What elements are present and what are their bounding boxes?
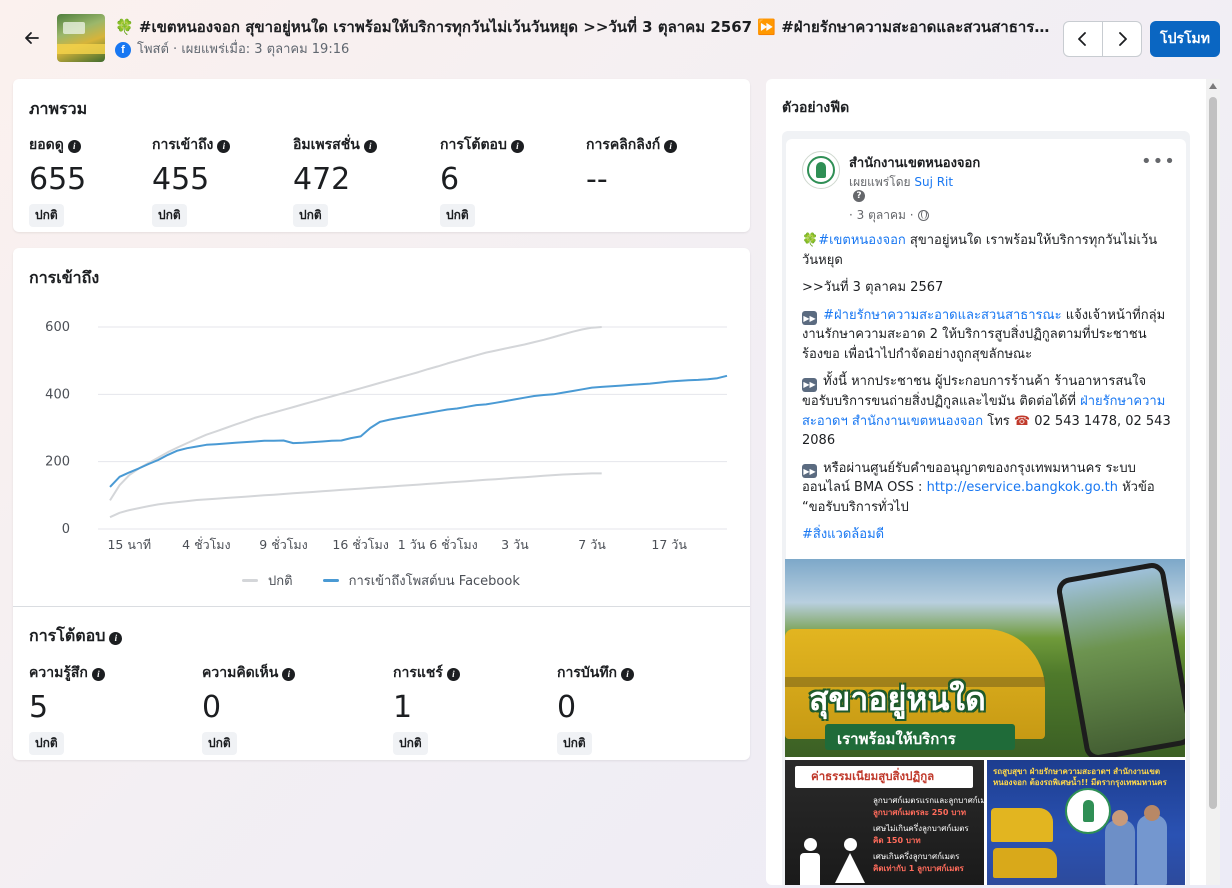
x-tick-label: 16 ชั่วโมง bbox=[332, 536, 388, 552]
x-tick-label: 1 วัน 6 ชั่วโมง bbox=[398, 536, 478, 552]
metric-reactions: ความรู้สึก i 5 ปกติ bbox=[29, 662, 105, 755]
x-tick-label: 15 นาที bbox=[107, 537, 151, 552]
chevron-left-icon bbox=[1078, 32, 1086, 46]
page-logo bbox=[802, 151, 840, 189]
scrollbar-thumb[interactable] bbox=[1209, 97, 1217, 809]
post-navigation bbox=[1063, 21, 1142, 57]
y-tick-label: 600 bbox=[45, 320, 70, 335]
status-badge: ปกติ bbox=[29, 732, 64, 755]
y-tick-label: 0 bbox=[62, 522, 70, 537]
info-icon[interactable]: i bbox=[109, 631, 123, 645]
metric-comments: ความคิดเห็น i 0 ปกติ bbox=[202, 662, 296, 755]
post-text: 🍀#เขตหนองจอก สุขาอยู่หนใด เราพร้อมให้บริ… bbox=[802, 231, 1172, 553]
reach-chart: 0 200 400 600 15 นาที 4 ชั่วโมง 9 ชั่วโมง 16 ชั… bbox=[45, 320, 728, 552]
bangkok-seal-icon bbox=[1065, 788, 1111, 834]
engagement-title: การโต้ตอบ i bbox=[29, 624, 123, 649]
image-right-headline: รถสูบสุขา ฝ่ายรักษาความสะอาดฯ สำนักงานเข… bbox=[993, 767, 1167, 787]
status-badge: ปกติ bbox=[202, 732, 237, 755]
info-icon[interactable]: i bbox=[621, 667, 635, 681]
post-image-main[interactable]: สุขาอยู่หนใด เราพร้อมให้บริการ bbox=[785, 559, 1185, 757]
metric-saves: การบันทึก i 0 ปกติ bbox=[557, 662, 635, 755]
post-image-fees[interactable]: ค่าธรรมเนียมสูบสิ่งปฏิกูล ลูกบาศก์เมตรแร… bbox=[785, 760, 984, 885]
series-line-normal-range[interactable] bbox=[109, 472, 602, 519]
phone-icon: ☎ bbox=[1013, 413, 1031, 429]
globe-icon bbox=[917, 210, 929, 221]
chart-legend: ปกติ การเข้าถึงโพสต์บน Facebook bbox=[242, 570, 520, 591]
legend-item-normal[interactable]: ปกติ bbox=[242, 570, 293, 591]
question-icon[interactable]: ? bbox=[853, 190, 865, 202]
section-divider bbox=[13, 606, 750, 607]
fast-forward-icon: ▶▶ bbox=[802, 378, 817, 392]
y-tick-label: 400 bbox=[45, 387, 70, 402]
page-name[interactable]: สำนักงานเขตหนองจอก bbox=[849, 152, 980, 173]
metric-value: 0 bbox=[202, 690, 222, 725]
feed-preview-title: ตัวอย่างฟีด bbox=[782, 100, 850, 116]
female-toilet-icon bbox=[835, 838, 865, 885]
metric-value: 1 bbox=[393, 690, 413, 725]
info-icon[interactable]: i bbox=[282, 667, 296, 681]
metric-value: 0 bbox=[557, 690, 577, 725]
x-tick-label: 9 ชั่วโมง bbox=[259, 536, 308, 552]
post-paragraph: #สิ่งแวดล้อมดี bbox=[802, 525, 1172, 545]
x-tick-label: 17 วัน bbox=[651, 537, 687, 552]
legend-swatch bbox=[242, 579, 258, 582]
image-headline: สุขาอยู่หนใด bbox=[809, 680, 986, 718]
image-fee-title: ค่าธรรมเนียมสูบสิ่งปฏิกูล bbox=[811, 769, 935, 783]
hashtag-link[interactable]: #สิ่งแวดล้อมดี bbox=[802, 527, 884, 542]
status-badge: ปกติ bbox=[557, 732, 592, 755]
post-date: · 3 ตุลาคม · bbox=[849, 206, 929, 225]
post-paragraph: 🍀#เขตหนองจอก สุขาอยู่หนใด เราพร้อมให้บริ… bbox=[802, 233, 1158, 268]
y-tick-label: 200 bbox=[45, 455, 70, 470]
promote-button[interactable]: โปรโมท bbox=[1150, 21, 1220, 57]
fast-forward-icon: ▶▶ bbox=[802, 311, 817, 326]
hashtag-link[interactable]: #เขตหนองจอก bbox=[818, 233, 906, 248]
external-url-link[interactable]: http://eservice.bangkok.go.th bbox=[927, 480, 1118, 495]
post-paragraph: >>วันที่ 3 ตุลาคม 2567 bbox=[802, 280, 944, 295]
series-line-facebook-reach[interactable] bbox=[109, 374, 728, 488]
legend-item-facebook-reach[interactable]: การเข้าถึงโพสต์บน Facebook bbox=[322, 570, 520, 591]
clover-icon: 🍀 bbox=[802, 233, 819, 248]
metric-shares: การแชร์ i 1 ปกติ bbox=[393, 662, 460, 755]
legend-swatch bbox=[322, 579, 339, 582]
chevron-right-icon bbox=[1119, 32, 1127, 46]
more-options-icon[interactable]: ••• bbox=[1141, 153, 1176, 171]
x-tick-label: 4 ชั่วโมง bbox=[182, 536, 231, 552]
post-image-workers[interactable]: รถสูบสุขา ฝ่ายรักษาความสะอาดฯ สำนักงานเข… bbox=[987, 760, 1185, 885]
x-tick-label: 7 วัน bbox=[578, 537, 606, 552]
post-paragraph: ▶▶ หรือผ่านศูนย์รับคำขออนุญาตของกรุงเทพม… bbox=[802, 460, 1155, 515]
scroll-up-arrow[interactable] bbox=[1209, 83, 1217, 89]
male-toilet-icon bbox=[797, 838, 823, 885]
previous-post-button[interactable] bbox=[1064, 22, 1102, 56]
publisher-link[interactable]: Suj Rit bbox=[914, 175, 953, 189]
series-line-normal-range[interactable] bbox=[109, 326, 602, 501]
x-tick-label: 3 วัน bbox=[501, 537, 529, 552]
info-icon[interactable]: i bbox=[446, 667, 460, 681]
preview-scrollbar[interactable] bbox=[1206, 79, 1220, 885]
post-paragraph: ▶▶ ทั้งนี้ หากประชาชน ผู้ประกอบการร้านค้… bbox=[802, 374, 1171, 448]
fast-forward-icon: ▶▶ bbox=[802, 464, 817, 479]
next-post-button[interactable] bbox=[1103, 22, 1141, 56]
post-paragraph: ▶▶ #ฝ่ายรักษาความสะอาดและสวนสาธารณะ แจ้ง… bbox=[802, 307, 1166, 362]
published-by: เผยแพร่โดย Suj Rit bbox=[849, 175, 954, 189]
metric-value: 5 bbox=[29, 690, 49, 725]
status-badge: ปกติ bbox=[393, 732, 428, 755]
image-subheadline: เราพร้อมให้บริการ bbox=[837, 730, 956, 748]
hashtag-link[interactable]: #ฝ่ายรักษาความสะอาดและสวนสาธารณะ bbox=[823, 308, 1061, 323]
info-icon[interactable]: i bbox=[91, 667, 105, 681]
feed-preview-panel: ตัวอย่างฟีด สำนักงานเขตหนองจอก เผยแพร่โด… bbox=[766, 79, 1206, 885]
